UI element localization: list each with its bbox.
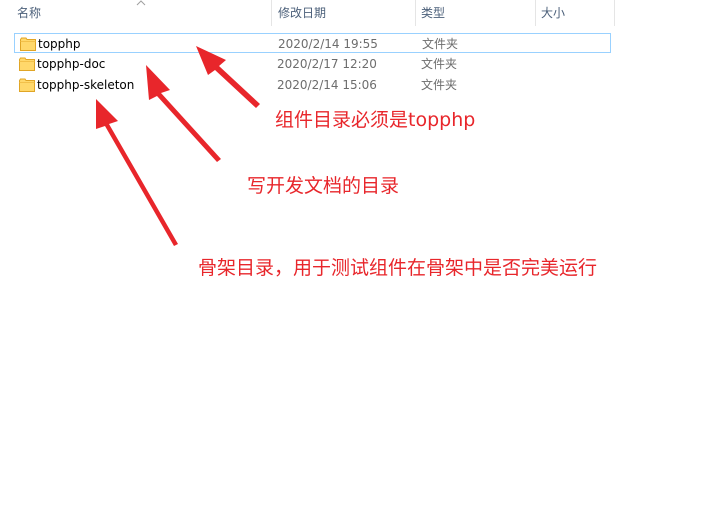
annotation-label-topphp-doc: 写开发文档的目录 (247, 175, 400, 197)
folder-icon (20, 37, 36, 51)
file-type: 文件夹 (421, 57, 458, 71)
folder-icon (19, 57, 35, 71)
file-type: 文件夹 (421, 78, 458, 92)
file-explorer-view: 名称 修改日期 类型 大小 topphp 2020/2/14 19:55 文件夹… (0, 0, 723, 507)
annotation-label-topphp: 组件目录必须是topphp (275, 109, 476, 131)
column-divider[interactable] (271, 0, 272, 26)
file-date: 2020/2/14 19:55 (278, 37, 378, 51)
sort-ascending-caret-icon (136, 0, 146, 6)
list-item-topphp-doc[interactable]: topphp-doc 2020/2/17 12:20 文件夹 (14, 54, 611, 74)
file-name: topphp-skeleton (37, 78, 135, 92)
file-date: 2020/2/17 12:20 (277, 57, 377, 71)
file-name: topphp (38, 37, 81, 51)
file-name: topphp-doc (37, 57, 106, 71)
column-divider[interactable] (614, 0, 615, 26)
column-header-bar: 名称 修改日期 类型 大小 (0, 0, 723, 26)
list-item-topphp-skeleton[interactable]: topphp-skeleton 2020/2/14 15:06 文件夹 (14, 75, 611, 95)
annotation-label-topphp-skeleton: 骨架目录，用于测试组件在骨架中是否完美运行 (198, 257, 598, 279)
file-type: 文件夹 (422, 37, 459, 51)
column-header-date[interactable]: 修改日期 (278, 0, 326, 26)
column-divider[interactable] (415, 0, 416, 26)
column-header-name[interactable]: 名称 (17, 0, 41, 26)
annotation-arrow-topphp-skeleton (96, 99, 178, 246)
list-item-topphp[interactable]: topphp 2020/2/14 19:55 文件夹 (14, 33, 611, 53)
folder-icon (19, 78, 35, 92)
column-header-size[interactable]: 大小 (541, 0, 565, 26)
column-divider[interactable] (535, 0, 536, 26)
file-date: 2020/2/14 15:06 (277, 78, 377, 92)
column-header-type[interactable]: 类型 (421, 0, 445, 26)
